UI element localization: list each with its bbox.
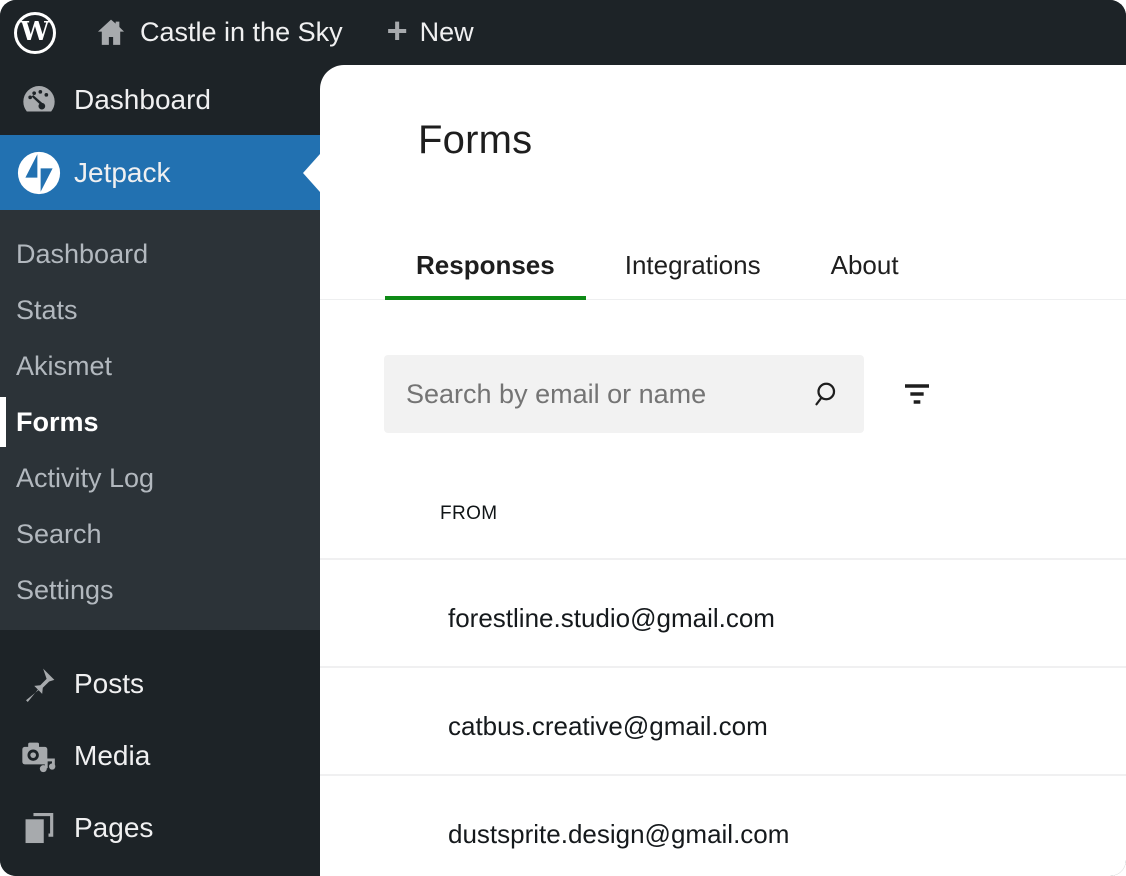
plus-icon: +	[387, 13, 408, 49]
home-icon	[94, 16, 128, 50]
response-row[interactable]: dustsprite.design@gmail.com	[320, 774, 1126, 876]
sidebar-lower-section: Posts Media	[0, 630, 320, 864]
sidebar-item-label: Dashboard	[74, 84, 211, 116]
submenu-item-dashboard[interactable]: Dashboard	[0, 226, 320, 282]
wordpress-logo-icon[interactable]: W	[14, 12, 56, 54]
search-box	[384, 355, 864, 433]
submenu-item-search[interactable]: Search	[0, 506, 320, 562]
response-row[interactable]: forestline.studio@gmail.com	[320, 558, 1126, 666]
tab-responses[interactable]: Responses	[385, 232, 586, 299]
tab-about[interactable]: About	[800, 232, 930, 299]
new-label: New	[420, 17, 474, 48]
sidebar-item-media[interactable]: Media	[0, 720, 320, 792]
site-home-link[interactable]	[94, 16, 128, 50]
sidebar-item-label: Posts	[74, 668, 144, 700]
sidebar-item-label: Pages	[74, 812, 153, 844]
sidebar-item-posts[interactable]: Posts	[0, 648, 320, 720]
sidebar-item-label: Jetpack	[74, 157, 171, 189]
dashboard-gauge-icon	[16, 80, 62, 120]
responses-table: forestline.studio@gmail.com catbus.creat…	[320, 558, 1126, 876]
sidebar-item-jetpack[interactable]: Jetpack	[0, 135, 320, 210]
response-email: dustsprite.design@gmail.com	[448, 819, 789, 850]
wordpress-admin-window: W Castle in the Sky + New	[0, 0, 1126, 876]
response-row[interactable]: catbus.creative@gmail.com	[320, 666, 1126, 774]
submenu-item-akismet[interactable]: Akismet	[0, 338, 320, 394]
submenu-item-stats[interactable]: Stats	[0, 282, 320, 338]
page-title: Forms	[418, 120, 1126, 160]
active-menu-arrow	[303, 154, 320, 192]
media-icon	[16, 736, 62, 776]
search-input[interactable]	[384, 355, 864, 433]
submenu-item-settings[interactable]: Settings	[0, 562, 320, 618]
responses-toolbar	[384, 355, 1126, 433]
admin-sidebar: Dashboard Jetpack Dashboard Stats Akisme…	[0, 65, 320, 876]
sidebar-item-label: Media	[74, 740, 150, 772]
sidebar-item-pages[interactable]: Pages	[0, 792, 320, 864]
response-email: catbus.creative@gmail.com	[448, 711, 768, 742]
jetpack-icon	[16, 150, 62, 196]
forms-content-panel: Forms Responses Integrations About	[320, 65, 1126, 876]
pushpin-icon	[16, 665, 62, 703]
submenu-item-forms[interactable]: Forms	[0, 394, 320, 450]
pages-icon	[16, 809, 62, 847]
submenu-item-activity-log[interactable]: Activity Log	[0, 450, 320, 506]
filter-icon	[901, 378, 933, 410]
filter-button[interactable]	[897, 374, 937, 414]
sidebar-item-dashboard[interactable]: Dashboard	[0, 65, 320, 135]
site-name-link[interactable]: Castle in the Sky	[140, 17, 343, 48]
response-email: forestline.studio@gmail.com	[448, 603, 775, 634]
responses-table-header: FROM	[320, 433, 1126, 558]
column-header-from: FROM	[440, 503, 498, 525]
forms-tab-bar: Responses Integrations About	[320, 232, 1126, 300]
new-content-button[interactable]: + New	[387, 17, 474, 49]
admin-top-bar: W Castle in the Sky + New	[0, 0, 1126, 65]
jetpack-submenu: Dashboard Stats Akismet Forms Activity L…	[0, 210, 320, 630]
tab-integrations[interactable]: Integrations	[594, 232, 792, 299]
search-icon[interactable]	[810, 379, 840, 409]
